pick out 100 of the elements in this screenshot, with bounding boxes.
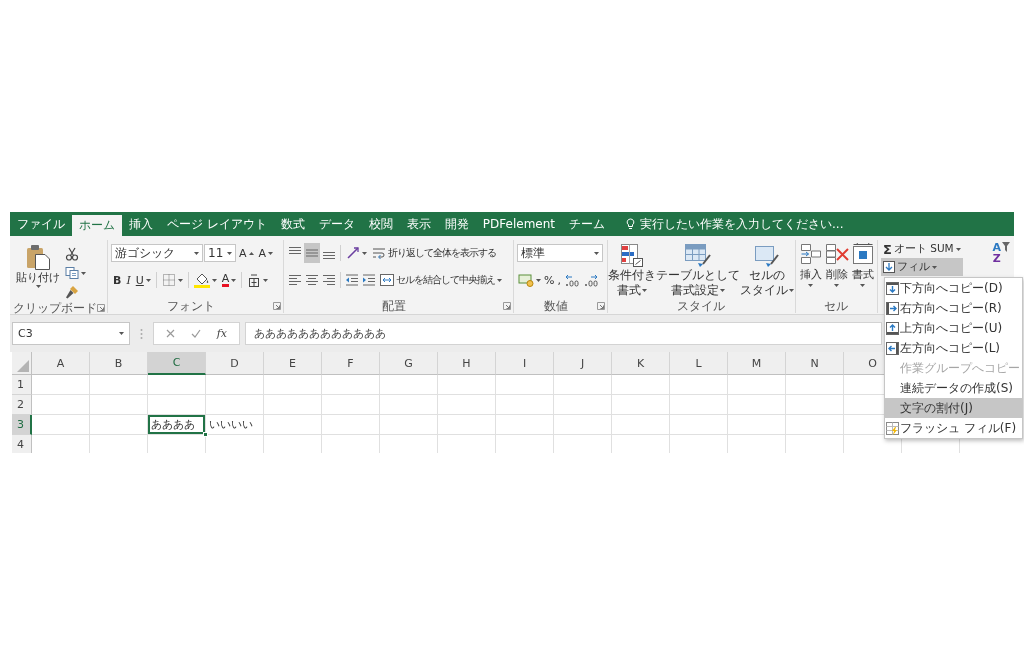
menu-item[interactable]: 右方向へコピー(R): [885, 298, 1022, 318]
ribbon-tab[interactable]: 校閲: [361, 212, 400, 236]
style-button[interactable]: 条件付き 書式: [608, 240, 656, 299]
ribbon-tab[interactable]: ホーム: [72, 215, 122, 236]
number-format-dropdown[interactable]: 標準: [517, 244, 603, 262]
formula-field[interactable]: ああああああああああああ: [245, 322, 882, 345]
spreadsheet-cell[interactable]: [380, 415, 438, 435]
ribbon-tab[interactable]: 表示: [399, 212, 438, 236]
spreadsheet-cell[interactable]: いいいい: [206, 415, 264, 435]
cells-button[interactable]: 削除: [824, 243, 849, 299]
spreadsheet-cell[interactable]: [264, 415, 322, 435]
spreadsheet-cell[interactable]: [32, 375, 90, 395]
insert-function-button[interactable]: fx: [213, 324, 231, 343]
ribbon-tab[interactable]: チーム: [562, 212, 613, 236]
ribbon-tab[interactable]: データ: [311, 212, 362, 236]
column-header[interactable]: K: [612, 352, 670, 375]
spreadsheet-cell[interactable]: [264, 375, 322, 395]
spreadsheet-cell[interactable]: [32, 395, 90, 415]
select-all-button[interactable]: [12, 352, 32, 375]
menu-item[interactable]: 下方向へコピー(D): [885, 278, 1022, 298]
spreadsheet-cell[interactable]: ああああ: [148, 415, 206, 435]
column-header[interactable]: L: [670, 352, 728, 375]
comma-button[interactable]: ,: [556, 270, 562, 290]
spreadsheet-cell[interactable]: [728, 415, 786, 435]
spreadsheet-cell[interactable]: [612, 415, 670, 435]
spreadsheet-cell[interactable]: [438, 415, 496, 435]
ribbon-tab[interactable]: PDFelement: [475, 212, 563, 236]
column-header[interactable]: A: [32, 352, 90, 375]
spreadsheet-cell[interactable]: [264, 395, 322, 415]
spreadsheet-cell[interactable]: [380, 375, 438, 395]
spreadsheet-cell[interactable]: [612, 395, 670, 415]
column-header[interactable]: J: [554, 352, 612, 375]
spreadsheet-cell[interactable]: [670, 395, 728, 415]
font-name-dropdown[interactable]: 游ゴシック: [111, 244, 203, 262]
ribbon-tab[interactable]: 数式: [273, 212, 312, 236]
spreadsheet-cell[interactable]: [322, 375, 380, 395]
font-style-button[interactable]: I: [124, 270, 133, 290]
column-header[interactable]: H: [438, 352, 496, 375]
spreadsheet-cell[interactable]: [438, 395, 496, 415]
column-header[interactable]: M: [728, 352, 786, 375]
column-header[interactable]: F: [322, 352, 380, 375]
style-button[interactable]: テーブルとして 書式設定: [656, 240, 740, 299]
row-header[interactable]: 1: [12, 375, 32, 395]
copy-button[interactable]: [63, 264, 88, 282]
fill-button[interactable]: フィル: [881, 258, 963, 276]
font-size-dropdown[interactable]: 11: [204, 244, 236, 262]
wrap-text-button[interactable]: 折り返して全体を表示する: [370, 243, 498, 263]
column-header[interactable]: C: [148, 352, 206, 375]
spreadsheet-cell[interactable]: [322, 395, 380, 415]
column-header[interactable]: D: [206, 352, 264, 375]
menu-item[interactable]: 連続データの作成(S): [885, 378, 1022, 398]
menu-item[interactable]: フラッシュ フィル(F): [885, 418, 1022, 438]
grow-font-button[interactable]: A: [237, 243, 256, 263]
spreadsheet-cell[interactable]: [380, 395, 438, 415]
shrink-font-button[interactable]: A: [256, 243, 276, 263]
column-header[interactable]: B: [90, 352, 148, 375]
spreadsheet-cell[interactable]: [728, 395, 786, 415]
spreadsheet-cell[interactable]: [786, 395, 844, 415]
font-style-button[interactable]: U: [133, 270, 153, 290]
sort-button[interactable]: A Z: [990, 240, 1011, 265]
percent-button[interactable]: %: [543, 270, 556, 290]
spreadsheet-cell[interactable]: [206, 395, 264, 415]
cells-button[interactable]: 挿入: [798, 243, 823, 299]
fill-handle[interactable]: [203, 432, 208, 437]
column-header[interactable]: E: [264, 352, 322, 375]
spreadsheet-cell[interactable]: [670, 375, 728, 395]
style-button[interactable]: セルの スタイル: [740, 240, 794, 299]
paste-button[interactable]: 貼り付け: [15, 243, 61, 301]
menu-item[interactable]: 文字の割付(J): [885, 398, 1022, 418]
spreadsheet-cell[interactable]: [90, 395, 148, 415]
spreadsheet-cell[interactable]: [786, 415, 844, 435]
ribbon-tab[interactable]: ページ レイアウト: [160, 212, 274, 236]
spreadsheet-cell[interactable]: [612, 375, 670, 395]
ribbon-tab[interactable]: ファイル: [10, 212, 72, 236]
ribbon-tab[interactable]: 挿入: [122, 212, 160, 236]
row-header[interactable]: 3: [12, 415, 32, 435]
spreadsheet-cell[interactable]: [90, 375, 148, 395]
name-box[interactable]: C3: [12, 322, 130, 345]
spreadsheet-cell[interactable]: [728, 375, 786, 395]
row-header[interactable]: 4: [12, 435, 32, 453]
spreadsheet-cell[interactable]: [90, 415, 148, 435]
spreadsheet-cell[interactable]: [554, 415, 612, 435]
spreadsheet-cell[interactable]: [206, 375, 264, 395]
spreadsheet-cell[interactable]: [148, 395, 206, 415]
spreadsheet-cell[interactable]: [554, 375, 612, 395]
spreadsheet-cell[interactable]: [554, 395, 612, 415]
spreadsheet-cell[interactable]: [496, 375, 554, 395]
font-style-button[interactable]: B: [111, 270, 124, 290]
spreadsheet-cell[interactable]: [496, 395, 554, 415]
menu-item[interactable]: 上方向へコピー(U): [885, 318, 1022, 338]
spreadsheet-cell[interactable]: [496, 415, 554, 435]
ribbon-tab[interactable]: 開発: [437, 212, 476, 236]
spreadsheet-cell[interactable]: [438, 375, 496, 395]
spreadsheet-cell[interactable]: [322, 415, 380, 435]
spreadsheet-cell[interactable]: [148, 375, 206, 395]
tell-me-field[interactable]: 実行したい作業を入力してください...: [626, 212, 844, 236]
cells-button[interactable]: 書式: [850, 243, 875, 299]
row-header[interactable]: 2: [12, 395, 32, 415]
spreadsheet-cell[interactable]: [786, 375, 844, 395]
spreadsheet-cell[interactable]: [670, 415, 728, 435]
